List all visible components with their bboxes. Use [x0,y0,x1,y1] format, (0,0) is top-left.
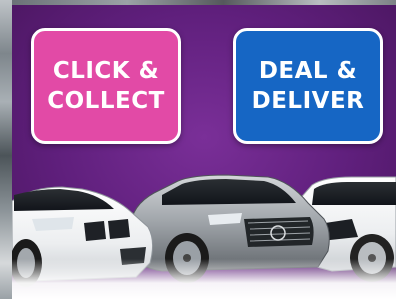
cars-illustration [12,174,396,287]
edge-photo-strip [0,0,12,299]
showroom-floor [12,259,396,299]
promo-banner: CLICK & COLLECT DEAL & DELIVER [12,5,396,299]
